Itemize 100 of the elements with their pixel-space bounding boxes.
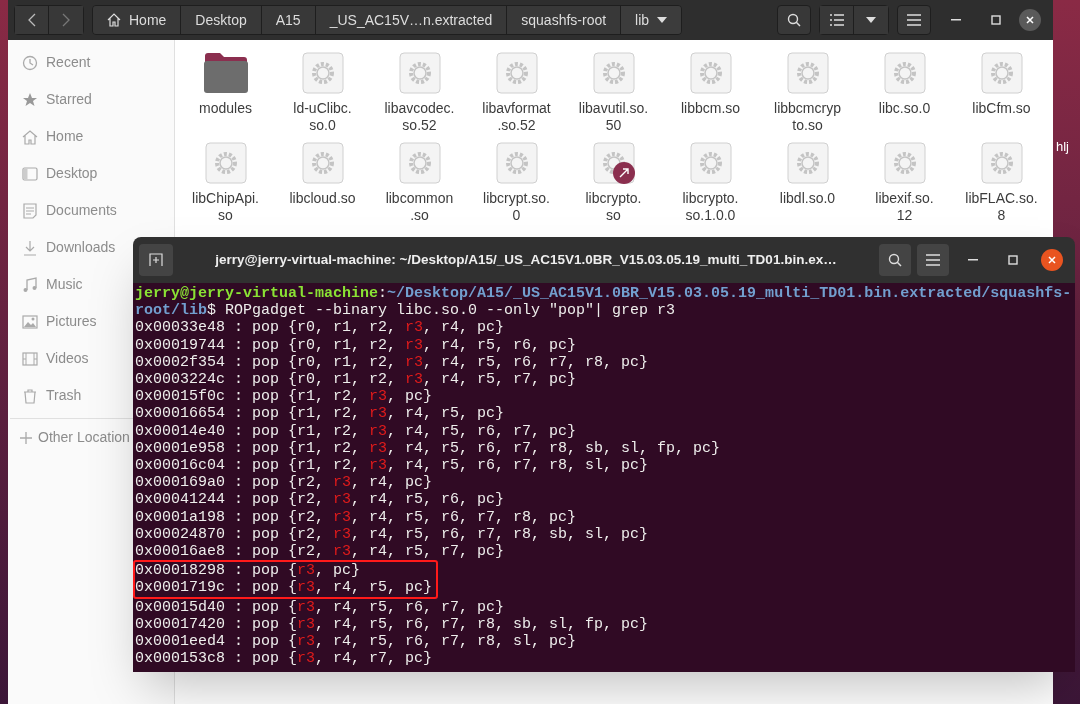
output-line: 0x00017420 : pop {r3, r4, r5, r6, r7, r8, sb, sl, fp, pc} <box>135 615 649 634</box>
file-item[interactable]: libChipApi. so <box>177 140 274 224</box>
output-line: 0x00041244 : pop {r2, r3, r4, r5, r6, pc} <box>135 491 505 509</box>
breadcrumb[interactable]: squashfs-root <box>507 6 622 34</box>
star-icon <box>22 91 38 108</box>
new-tab-button[interactable] <box>139 244 173 276</box>
file-item[interactable]: libbcmcryp to.so <box>759 50 856 134</box>
file-item[interactable]: modules <box>177 50 274 134</box>
plus-icon <box>20 431 32 444</box>
file-item[interactable]: libcrypto. so.1.0.0 <box>662 140 759 224</box>
file-item[interactable]: libdl.so.0 <box>759 140 856 224</box>
gear-file-icon <box>980 52 1023 94</box>
back-button[interactable] <box>15 6 49 34</box>
output-line: 0x0002f354 : pop {r0, r1, r2, r3, r4, r5, r6, r7, r8, pc} <box>135 353 649 371</box>
breadcrumb[interactable]: _US_AC15V…n.extracted <box>315 6 508 34</box>
gear-file-icon <box>592 52 635 94</box>
caret-icon <box>657 17 668 23</box>
desktop-icon <box>22 165 38 182</box>
file-item[interactable]: libcommon .so <box>371 140 468 224</box>
sidebar-label: Starred <box>46 90 92 109</box>
maximize-icon <box>1008 255 1018 265</box>
file-name: libavformat .so.52 <box>482 100 551 134</box>
file-name: libCfm.so <box>972 100 1031 117</box>
back-icon <box>27 13 36 27</box>
search-button[interactable] <box>777 5 811 35</box>
view-options-button[interactable] <box>854 6 888 34</box>
file-item[interactable]: libCfm.so <box>953 50 1050 134</box>
sidebar-label: Videos <box>46 349 89 368</box>
file-item[interactable]: libavcodec. so.52 <box>371 50 468 134</box>
output-line: 0x00033e48 : pop {r0, r1, r2, r3, r4, pc} <box>135 319 505 337</box>
home-icon <box>22 128 38 145</box>
file-name: libcrypto. so.1.0.0 <box>682 190 739 224</box>
file-name: modules <box>199 100 252 117</box>
breadcrumb[interactable]: Home <box>93 6 182 34</box>
file-item[interactable]: libcloud.so <box>274 140 371 224</box>
gear-file-icon <box>398 142 441 184</box>
gear-file-icon <box>883 52 926 94</box>
breadcrumb[interactable]: lib <box>621 6 682 34</box>
document-icon <box>22 202 38 219</box>
output-line: 0x000169a0 : pop {r2, r3, r4, pc} <box>135 474 433 492</box>
output-line: 0x00014e40 : pop {r1, r2, r3, r4, r5, r6, r7, pc} <box>135 422 577 440</box>
file-name: libcloud.so <box>289 190 356 207</box>
output-line: 0x00016ae8 : pop {r2, r3, r4, r5, r7, pc} <box>135 543 505 561</box>
sidebar-label: Recent <box>46 53 91 72</box>
file-name: libFLAC.so. 8 <box>965 190 1038 224</box>
music-icon <box>22 276 38 293</box>
file-name: libavcodec. so.52 <box>384 100 455 134</box>
gear-file-icon <box>980 142 1023 184</box>
sidebar-label: Documents <box>46 201 117 220</box>
output-line: 0x0003224c : pop {r0, r1, r2, r3, r4, r5, r7, pc} <box>135 371 577 389</box>
film-icon <box>22 350 38 367</box>
gear-file-icon <box>883 142 926 184</box>
search-button[interactable] <box>879 244 911 276</box>
search-icon <box>787 13 801 27</box>
file-item[interactable]: libcrypt.so. 0 <box>468 140 565 224</box>
breadcrumb[interactable]: A15 <box>261 6 316 34</box>
gear-file-icon <box>786 52 829 94</box>
close-button[interactable] <box>1041 249 1063 271</box>
maximize-icon <box>991 15 1001 25</box>
list-icon <box>829 14 844 26</box>
output-line: 0x0001a198 : pop {r2, r3, r4, r5, r6, r7, r8, pc} <box>135 508 577 526</box>
search-icon <box>888 253 902 267</box>
file-name: libbcmcryp to.so <box>774 100 841 134</box>
file-item[interactable]: libavformat .so.52 <box>468 50 565 134</box>
file-item[interactable]: libc.so.0 <box>856 50 953 134</box>
menu-button[interactable] <box>917 244 949 276</box>
file-item[interactable]: libcrypto. so <box>565 140 662 224</box>
file-item[interactable]: libFLAC.so. 8 <box>953 140 1050 224</box>
breadcrumb[interactable]: Desktop <box>181 6 262 34</box>
gear-file-icon <box>398 52 441 94</box>
gear-file-icon <box>495 52 538 94</box>
file-name: libcommon .so <box>385 190 454 224</box>
gear-file-icon <box>689 142 732 184</box>
file-name: libChipApi. so <box>192 190 259 224</box>
home-icon <box>107 13 121 27</box>
trash-icon <box>22 387 38 404</box>
gear-file-icon <box>689 52 732 94</box>
file-name: libavutil.so. 50 <box>578 100 649 134</box>
sidebar-label: Home <box>46 127 84 146</box>
menu-icon <box>907 14 921 26</box>
file-name: libcrypt.so. 0 <box>483 190 550 224</box>
sidebar-label: Downloads <box>46 238 116 257</box>
close-button[interactable] <box>1019 9 1041 31</box>
clock-icon <box>22 54 38 71</box>
output-line: 0x00015f0c : pop {r1, r2, r3, pc} <box>135 388 433 406</box>
download-icon <box>22 239 38 256</box>
gear-file-icon <box>786 142 829 184</box>
gear-file-icon <box>301 142 344 184</box>
view-list-button[interactable] <box>820 6 854 34</box>
file-item[interactable]: libbcm.so <box>662 50 759 134</box>
file-item[interactable]: ld-uClibc. so.0 <box>274 50 371 134</box>
output-line: 0x0001eed4 : pop {r3, r4, r5, r6, r7, r8, sl, pc} <box>135 633 577 651</box>
folder-icon <box>202 50 249 94</box>
menu-button[interactable] <box>897 5 931 35</box>
file-item[interactable]: libavutil.so. 50 <box>565 50 662 134</box>
output-line: 0x00018298 : pop {r3, pc} <box>135 562 361 580</box>
file-item[interactable]: libexif.so. 12 <box>856 140 953 224</box>
sidebar-label: Music <box>46 275 83 294</box>
sidebar-label: Desktop <box>46 164 98 183</box>
picture-icon <box>22 313 38 330</box>
